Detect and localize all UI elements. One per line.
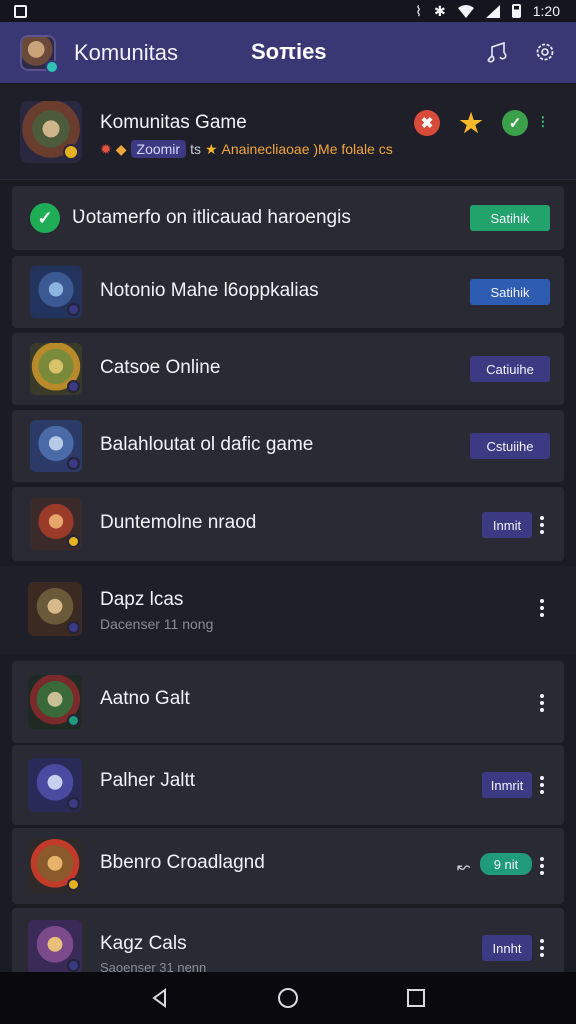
status-bar: ⌇ ✱ 1:20 <box>0 0 576 22</box>
overflow-menu-icon[interactable] <box>538 694 546 712</box>
list-item[interactable]: Palher Jaltt Inmrit <box>12 745 564 825</box>
nfc-icon: ⌇ <box>415 3 423 19</box>
community-subtitle: ✹ ◆ Zoomir ts ★ Anainecliaoae )Me folale… <box>100 140 393 158</box>
list-item-title: Notonio Mahe l6oppkalias <box>100 280 319 301</box>
list-item[interactable]: Dapz lcas Dacenser 11 nong <box>0 566 576 654</box>
list-item-action-button[interactable]: Innht <box>482 935 532 961</box>
system-nav-bar <box>0 972 576 1024</box>
list-item-title: Kagz Cals <box>100 933 187 954</box>
game-thumbnail <box>28 582 82 636</box>
list-item[interactable]: Aatno Galt <box>12 661 564 743</box>
overflow-menu-icon[interactable] <box>538 599 546 617</box>
game-thumbnail <box>30 343 82 395</box>
list-item-action-button[interactable]: Cstuiihe <box>470 433 550 459</box>
wifi-icon <box>457 4 474 18</box>
star-small-icon: ★ <box>204 140 218 157</box>
settings-icon[interactable] <box>532 39 558 65</box>
list-item-action-button[interactable]: Inmit <box>482 512 532 538</box>
status-time: 1:20 <box>532 3 560 19</box>
platform-badge <box>67 878 80 891</box>
list-item-title: Dapz lcas <box>100 589 184 610</box>
notice-action-button[interactable]: Satihik <box>470 205 550 231</box>
game-thumbnail <box>28 758 82 812</box>
platform-badge <box>67 535 80 548</box>
list-item-title: Catsoe Online <box>100 357 221 378</box>
page-title: Soπies <box>251 39 327 64</box>
list-item-action-button[interactable]: 9 nit <box>480 853 532 875</box>
list-item-title: Duntemolne nraod <box>100 512 257 533</box>
leaf-badge-icon[interactable]: ✓ <box>502 110 528 136</box>
list-item-action-button[interactable]: Catiuihe <box>470 356 550 382</box>
list-item[interactable]: Notonio Mahe l6oppkalias Satihik <box>12 256 564 328</box>
app-bar: Komunitas Soπies <box>0 22 576 83</box>
online-dot <box>45 59 59 74</box>
header-badges: ✖ ★ ✓ <box>414 108 528 138</box>
overflow-menu-icon[interactable] <box>538 776 546 794</box>
fire-badge-icon[interactable]: ✖ <box>414 110 440 136</box>
game-thumbnail <box>30 420 82 472</box>
chip-suffix: ts <box>190 141 201 157</box>
community-thumbnail <box>20 101 82 163</box>
avatar[interactable] <box>20 34 59 74</box>
list-item-title: Palher Jaltt <box>100 770 196 791</box>
platform-badge <box>67 457 80 470</box>
platform-badge <box>67 797 80 810</box>
app-name: Komunitas <box>74 39 178 65</box>
game-thumbnail <box>28 675 82 729</box>
list-item[interactable]: Bbenro Croadlagnd ↜ 9 nit <box>12 828 564 904</box>
bluetooth-icon: ✱ <box>434 3 446 19</box>
game-thumbnail <box>30 266 82 318</box>
list-item-title: Balahloutat ol dafic game <box>100 434 314 455</box>
mute-icon[interactable]: ↜ <box>457 857 470 877</box>
notification-icon <box>14 4 27 18</box>
platform-badge <box>67 714 80 727</box>
verified-badge <box>63 144 79 160</box>
game-thumbnail <box>28 920 82 974</box>
signal-icon <box>485 4 500 18</box>
overflow-menu-icon[interactable] <box>538 939 546 957</box>
recents-icon[interactable] <box>403 985 429 1011</box>
check-icon: ✓ <box>30 203 60 233</box>
more-icon[interactable]: ⁝ <box>540 112 546 133</box>
game-thumbnail <box>28 839 82 893</box>
list-item-action-button[interactable]: Inmrit <box>482 772 532 798</box>
star-badge-icon[interactable]: ★ <box>458 108 484 138</box>
list-item[interactable]: Kagz Cals Saoenser 31 nenn Innht <box>12 908 564 975</box>
notice-row[interactable]: ✓ Ʋotamerfo on itlicauad haroengis Satih… <box>12 186 564 250</box>
platform-badge <box>67 959 80 972</box>
subtitle-text: Anainecliaoae )Me folale cs <box>221 141 393 157</box>
overflow-menu-icon[interactable] <box>538 857 546 875</box>
gift-small-icon: ◆ <box>115 140 127 157</box>
home-icon[interactable] <box>275 985 301 1011</box>
fire-small-icon: ✹ <box>100 140 112 157</box>
platform-badge <box>67 303 80 316</box>
platform-badge <box>67 621 80 634</box>
battery-icon <box>511 4 521 18</box>
list-item[interactable]: Catsoe Online Catiuihe <box>12 333 564 405</box>
list-item[interactable]: Balahloutat ol dafic game Cstuiihe <box>12 410 564 482</box>
music-icon[interactable] <box>483 39 509 65</box>
platform-badge <box>67 380 80 393</box>
overflow-menu-icon[interactable] <box>538 516 546 534</box>
members-chip: Zoomir <box>130 140 187 158</box>
notice-text: Ʋotamerfo on itlicauad haroengis <box>72 207 351 228</box>
community-title: Komunitas Game <box>100 112 247 133</box>
back-icon[interactable] <box>147 985 173 1011</box>
list-item-title: Bbenro Croadlagnd <box>100 852 265 873</box>
list-item[interactable]: Duntemolne nraod Inmit <box>12 487 564 561</box>
list-item-title: Aatno Galt <box>100 688 190 709</box>
game-thumbnail <box>30 498 82 550</box>
list-item-subtitle: Dacenser 11 nong <box>100 616 214 632</box>
list-item-action-button[interactable]: Satihik <box>470 279 550 305</box>
